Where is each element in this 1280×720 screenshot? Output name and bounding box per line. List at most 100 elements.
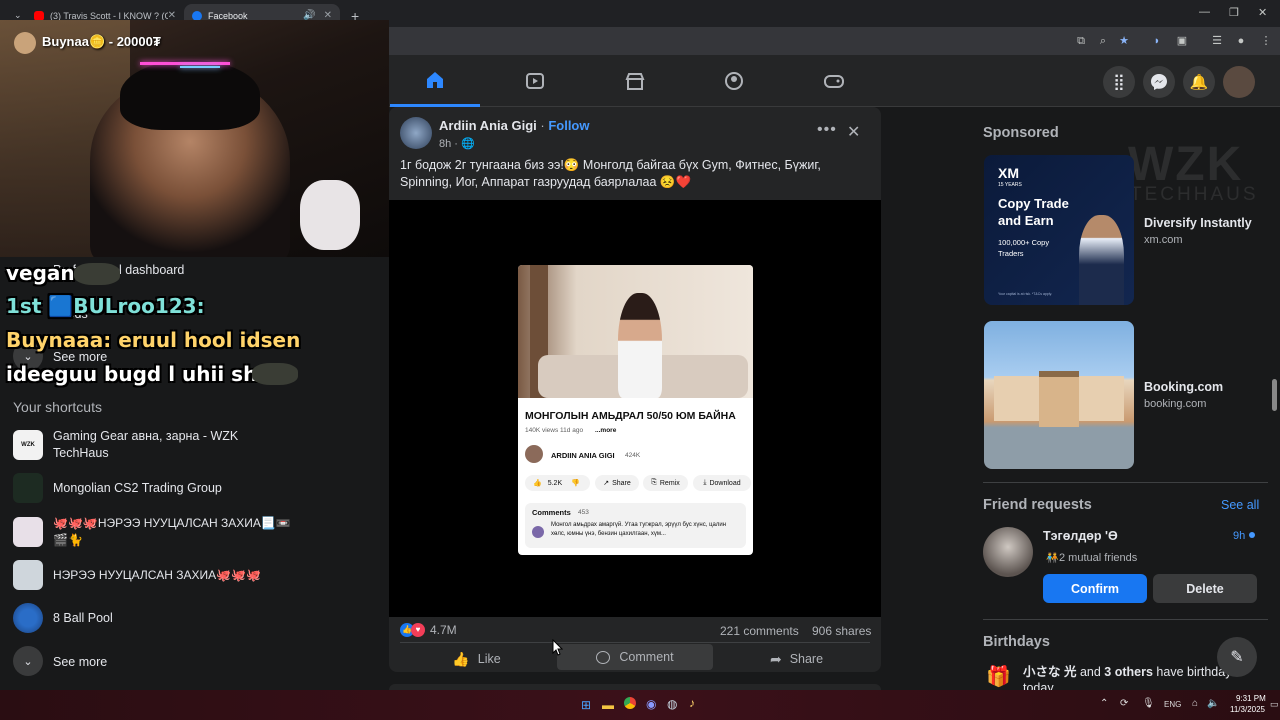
shortcut-item[interactable]: WZK Gaming Gear авна, зарна - WZK TechHa…	[0, 427, 389, 463]
install-icon[interactable]: ⧉	[1074, 34, 1088, 48]
minimize-icon[interactable]: —	[1199, 6, 1210, 18]
messenger-button[interactable]	[1143, 66, 1175, 98]
nav-marketplace[interactable]	[590, 55, 680, 107]
gaming-icon	[824, 75, 844, 88]
shortcut-item[interactable]: Mongolian CS2 Trading Group	[0, 473, 389, 509]
home-icon	[427, 71, 443, 88]
birthdays-heading: Birthdays	[983, 634, 1050, 650]
comment-icon	[596, 650, 611, 664]
compose-icon: ✎	[1230, 649, 1244, 666]
person	[618, 293, 662, 398]
ad-url[interactable]: booking.com	[1144, 398, 1206, 410]
yt-share-pill: ↗ Share	[595, 475, 639, 491]
post-text: 1г бодож 2г тунгаана биз ээ!😳 Монголд ба…	[400, 158, 821, 189]
close-post-icon[interactable]: ✕	[847, 122, 860, 142]
xm-fine-print: Your capital is at risk. *T&Cs apply.	[998, 292, 1053, 296]
nav-groups[interactable]	[689, 55, 779, 107]
gift-icon: 🎁	[986, 666, 1011, 688]
new-message-button[interactable]: ✎	[1217, 637, 1257, 677]
more-options-icon[interactable]: •••	[817, 121, 837, 139]
share-count[interactable]: 906 shares	[812, 624, 871, 638]
shortcut-label: НЭРЭЭ НУУЦАЛСАН ЗАХИА🐙🐙🐙	[53, 568, 261, 582]
shortcut-item[interactable]: НЭРЭЭ НУУЦАЛСАН ЗАХИА🐙🐙🐙	[0, 560, 389, 596]
yt-dislike-icon: 👎	[571, 480, 580, 487]
comment-button[interactable]: Comment	[557, 644, 713, 670]
nav-gaming[interactable]	[789, 55, 879, 107]
chrome-icon[interactable]	[624, 697, 636, 709]
scrollbar-thumb[interactable]	[1272, 379, 1277, 411]
start-icon[interactable]: ⊞	[581, 698, 591, 712]
like-button[interactable]: 👍 Like	[429, 647, 524, 671]
reading-list-icon[interactable]: ☰	[1210, 34, 1224, 48]
booking-ad-image[interactable]	[984, 321, 1134, 469]
requester-avatar[interactable]	[983, 527, 1033, 577]
profile-icon[interactable]: ●	[1234, 34, 1248, 48]
share-button[interactable]: ➦ Share	[749, 647, 844, 671]
nav-video[interactable]	[490, 55, 580, 107]
love-reaction-icon: ♥	[411, 623, 425, 637]
steam-icon[interactable]: ◍	[667, 697, 677, 711]
account-avatar[interactable]	[1223, 66, 1255, 98]
delete-button[interactable]: Delete	[1153, 574, 1257, 603]
volume-icon[interactable]: 🔈	[1207, 698, 1219, 709]
ad-url[interactable]: xm.com	[1144, 234, 1183, 246]
yt-comments-label: Comments	[532, 508, 571, 517]
video-title: МОНГОЛЫН АМЬДРАЛ 50/50 ЮМ БАЙНА	[525, 410, 736, 422]
notifications-button[interactable]: 🔔	[1183, 66, 1215, 98]
microphone-icon[interactable]: 🎙	[1142, 698, 1155, 709]
menu-grid-button[interactable]: ⣿	[1103, 66, 1135, 98]
chevron-up-icon[interactable]: ⌃	[1100, 698, 1108, 709]
clock-time[interactable]: 9:31 PM	[1236, 694, 1266, 703]
author-name[interactable]: Ardiin Ania Gigi	[439, 118, 537, 133]
notification-center-icon[interactable]: ▭	[1270, 699, 1279, 710]
window-close-icon[interactable]: ✕	[1258, 6, 1267, 19]
puzzle-icon[interactable]: ▣	[1175, 34, 1189, 48]
yt-download-pill: ⤓ Download	[693, 475, 751, 491]
extension-icon[interactable]: ◗	[1150, 34, 1164, 48]
sync-icon[interactable]: ⟳	[1120, 698, 1128, 709]
facebook-icon	[192, 10, 202, 21]
mouse-cursor-icon	[552, 639, 563, 656]
see-all-link[interactable]: See all	[1221, 498, 1259, 512]
bookmark-star-icon[interactable]: ★	[1117, 34, 1131, 48]
ad-title[interactable]: Booking.com	[1144, 380, 1223, 394]
maximize-icon[interactable]: ❐	[1229, 6, 1239, 19]
see-more-bottom-label[interactable]: See more	[53, 654, 107, 671]
discord-icon[interactable]: ◉	[646, 697, 656, 711]
post-time[interactable]: 8h · 🌐	[439, 137, 475, 150]
chat-line: Buynaaa: eruul hool idsen	[6, 328, 301, 352]
shortcut-item[interactable]: 8 Ball Pool	[0, 603, 389, 639]
like-label: Like	[477, 652, 501, 666]
ad-person	[1079, 215, 1124, 305]
clock-date[interactable]: 11/3/2025	[1230, 705, 1265, 714]
language-indicator[interactable]: ENG	[1164, 700, 1181, 709]
network-icon[interactable]: ⌂	[1192, 698, 1198, 709]
nav-home[interactable]	[390, 55, 480, 107]
follow-link[interactable]: Follow	[548, 118, 589, 133]
shortcut-item[interactable]: 🐙🐙🐙НЭРЭЭ НУУЦАЛСАН ЗАХИА📃📼🎬🐈	[0, 515, 389, 551]
share-arrow-icon: ➦	[769, 650, 782, 667]
xm-ad-image[interactable]: XM 15 YEARS Copy Trade and Earn 100,000+…	[984, 155, 1134, 305]
app-icon[interactable]: ♪	[689, 696, 695, 710]
ad-title[interactable]: Diversify Instantly	[1144, 216, 1252, 230]
chat-emote	[252, 363, 298, 385]
neon-light	[180, 66, 220, 68]
comment-count[interactable]: 221 comments	[720, 624, 799, 638]
menu-icon[interactable]: ⋮	[1259, 34, 1273, 48]
shortcut-label: Gaming Gear авна, зарна - WZK TechHaus	[53, 429, 239, 460]
confirm-button[interactable]: Confirm	[1043, 574, 1147, 603]
yt-like-pill: 👍 5.2K 👎	[525, 475, 590, 491]
reaction-count[interactable]: 4.7M	[430, 623, 457, 637]
shortcut-label: Mongolian CS2 Trading Group	[53, 481, 222, 495]
comment-label: Comment	[619, 650, 674, 664]
donor-avatar	[14, 32, 36, 54]
yt-download-label: Download	[709, 479, 741, 487]
author-avatar[interactable]	[400, 117, 432, 149]
xm-logo: XM	[998, 165, 1019, 181]
requester-name[interactable]: Тэгөлдөр 'Ө	[1043, 529, 1118, 543]
see-more-bottom-button[interactable]: ⌄	[13, 646, 43, 676]
zoom-icon[interactable]: ⌕	[1096, 34, 1110, 48]
windows-taskbar: ⊞ ▬ ◉ ◍ ♪ ⌃ ⟳ 🎙 ENG ⌂ 🔈 9:31 PM 11/3/202…	[0, 690, 1280, 720]
yt-comment-text: Монгол амьдрах амаргүй. Утаа тугжрал, эр…	[551, 522, 727, 537]
file-explorer-icon[interactable]: ▬	[602, 698, 614, 712]
